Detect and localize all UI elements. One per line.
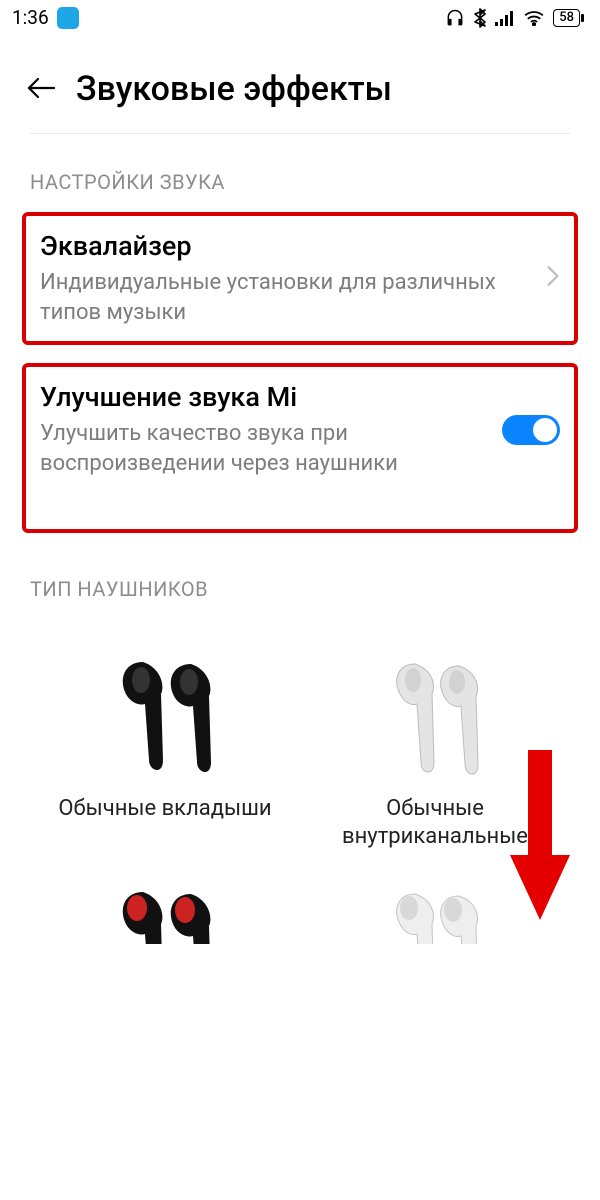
section-sound-settings: НАСТРОЙКИ ЗВУКА [0, 164, 600, 212]
headphone-option-earbuds[interactable]: Обычные вкладыши [30, 629, 300, 870]
mi-enhance-subtitle: Улучшить качество звука при воспроизведе… [40, 419, 492, 478]
mi-enhance-row-highlight: Улучшение звука Mi Улучшить качество зву… [22, 363, 578, 532]
header: Звуковые эффекты [0, 33, 600, 133]
mi-enhance-toggle[interactable] [502, 415, 560, 445]
earbuds-white-icon [350, 639, 520, 789]
earbuds-black-icon [80, 639, 250, 789]
chevron-right-icon [540, 264, 560, 294]
equalizer-row-highlight: Эквалайзер Индивидуальные установки для … [22, 212, 578, 345]
signal-icon [495, 10, 515, 26]
headphone-label: Обычные вкладыши [58, 795, 271, 824]
divider [30, 133, 570, 134]
equalizer-row[interactable]: Эквалайзер Индивидуальные установки для … [40, 230, 560, 327]
notification-icon [57, 7, 79, 29]
status-left: 1:36 [12, 6, 79, 29]
status-bar: 1:36 [0, 0, 600, 33]
equalizer-subtitle: Индивидуальные установки для различных т… [40, 268, 530, 327]
battery-level: 58 [553, 9, 580, 27]
bluetooth-icon [473, 8, 487, 28]
earbuds-icon [80, 874, 250, 944]
mi-enhance-title: Улучшение звука Mi [40, 381, 492, 413]
earbuds-icon [350, 874, 520, 944]
section-headphone-type: ТИП НАУШНИКОВ [0, 551, 600, 619]
equalizer-title: Эквалайзер [40, 230, 530, 262]
page-title: Звуковые эффекты [76, 69, 392, 109]
headphones-icon [445, 8, 465, 28]
headphone-option-3[interactable] [30, 874, 300, 962]
annotation-arrow-icon [510, 750, 570, 920]
battery-icon: 58 [553, 9, 584, 27]
back-button[interactable] [26, 73, 56, 105]
mi-enhance-row[interactable]: Улучшение звука Mi Улучшить качество зву… [40, 381, 560, 478]
wifi-icon [523, 10, 545, 26]
status-right: 58 [445, 8, 584, 28]
status-time: 1:36 [12, 6, 49, 29]
